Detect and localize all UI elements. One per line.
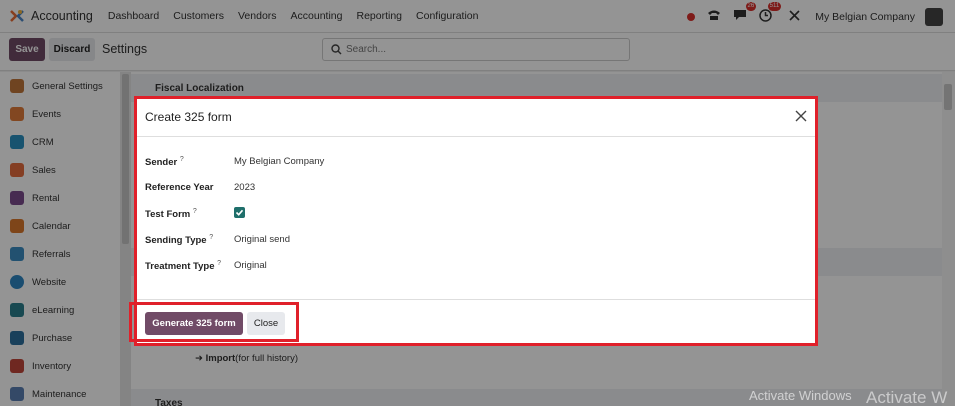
activate-windows-watermark: Activate Windows xyxy=(749,388,852,403)
activate-windows-watermark-large: Activate W xyxy=(866,388,948,406)
buttons-highlight-frame xyxy=(129,302,299,342)
